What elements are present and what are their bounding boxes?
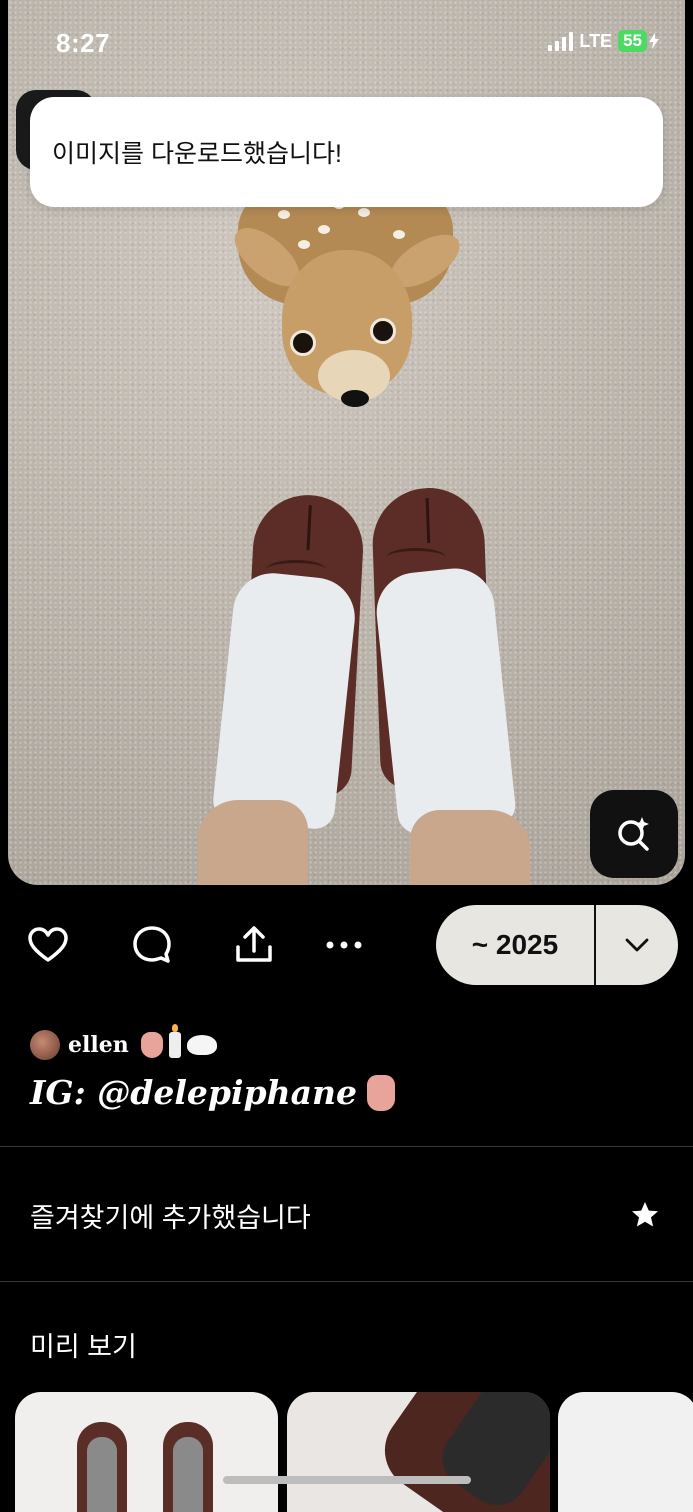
- toast-message: 이미지를 다운로드했습니다!: [52, 140, 342, 168]
- share-button[interactable]: [232, 923, 276, 967]
- heart-icon: [28, 927, 68, 962]
- signal-icon: [548, 31, 574, 51]
- plush-deer-nose: [341, 390, 369, 407]
- candle-emoji: [168, 1024, 181, 1058]
- preview-title: 미리 보기: [30, 1332, 137, 1362]
- leg-left: [198, 800, 308, 885]
- plush-deer-eye: [370, 318, 396, 344]
- shoe-bow: [386, 548, 446, 567]
- preview-thumbnail[interactable]: [558, 1392, 693, 1512]
- share-upload-icon: [236, 926, 272, 962]
- ballet-shoes-emoji: [140, 1032, 163, 1058]
- download-toast: 이미지를 다운로드했습니다!: [30, 97, 663, 207]
- board-save-pill: ~ 2025: [436, 905, 678, 985]
- favorite-row[interactable]: 즐겨찾기에 추가했습니다: [30, 1190, 660, 1240]
- divider: [0, 1281, 693, 1282]
- swan-emoji: [186, 1035, 217, 1055]
- visual-search-sparkle-icon: [618, 817, 649, 851]
- pin-caption: IG: @delepiphane: [30, 1073, 395, 1112]
- battery-indicator: 55: [618, 30, 647, 52]
- favorite-label: 즐겨찾기에 추가했습니다: [30, 1202, 311, 1233]
- status-indicators: LTE 55: [548, 30, 659, 52]
- leg-right: [410, 810, 530, 885]
- chevron-down-icon: [625, 938, 649, 952]
- comment-button[interactable]: [130, 923, 174, 967]
- like-button[interactable]: [26, 923, 70, 967]
- caption-text: IG: @delepiphane: [30, 1073, 357, 1112]
- board-name-button[interactable]: ~ 2025: [436, 905, 596, 985]
- shoe-bow: [266, 560, 326, 579]
- network-type: LTE: [579, 30, 613, 51]
- preview-thumbnail[interactable]: [287, 1392, 550, 1512]
- more-options-button[interactable]: [322, 923, 366, 967]
- comment-bubble-icon: [133, 926, 171, 963]
- more-dots-icon: [326, 941, 362, 949]
- ballet-shoes-emoji: [366, 1074, 395, 1111]
- charging-bolt-icon: [649, 33, 659, 49]
- sock-left: [211, 569, 359, 831]
- author-name[interactable]: ellen: [68, 1032, 129, 1058]
- preview-thumbnail[interactable]: [15, 1392, 278, 1512]
- visual-search-button[interactable]: [590, 790, 678, 878]
- avatar[interactable]: [30, 1030, 60, 1060]
- status-time: 8:27: [56, 28, 111, 58]
- divider: [0, 1146, 693, 1147]
- board-dropdown-button[interactable]: [596, 905, 678, 985]
- star-icon[interactable]: [630, 1200, 660, 1230]
- pin-author[interactable]: ellen: [30, 1024, 217, 1060]
- home-indicator[interactable]: [223, 1476, 471, 1484]
- plush-deer-eye: [290, 330, 316, 356]
- author-emojis: [140, 1024, 217, 1058]
